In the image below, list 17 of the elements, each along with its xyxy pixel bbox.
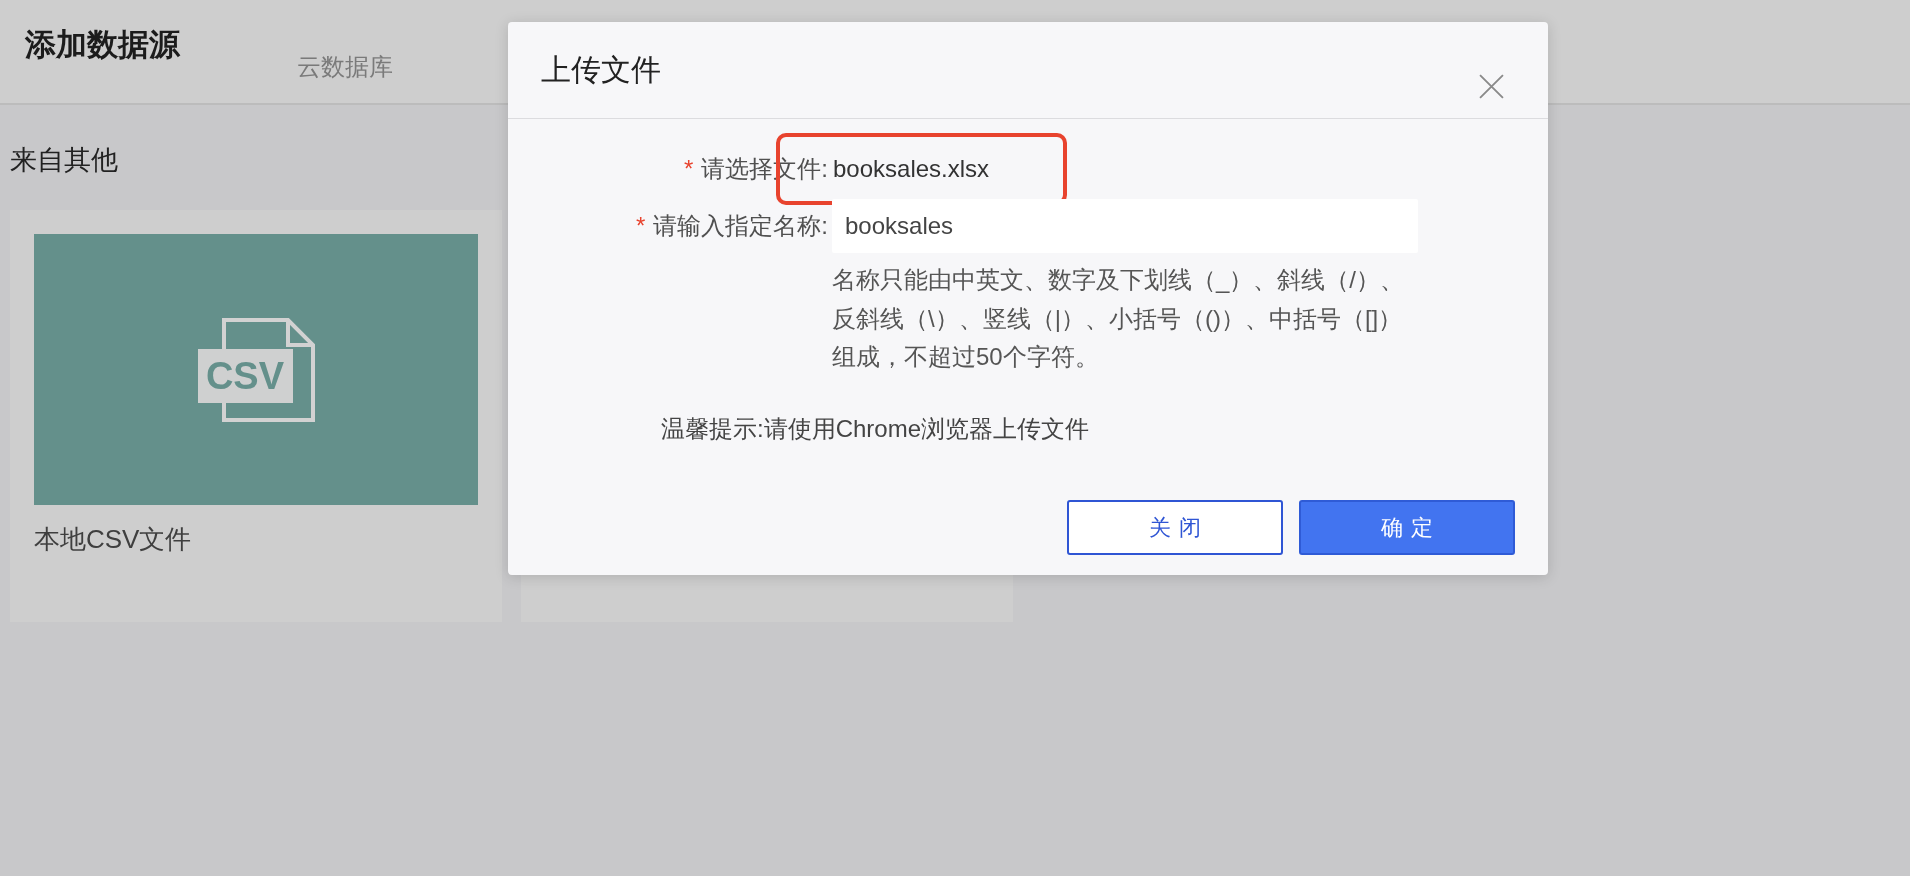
required-asterisk: * [684,154,694,184]
confirm-button[interactable]: 确定 [1299,500,1515,555]
csv-tag: CSV [197,348,293,403]
close-dialog-button[interactable]: 关闭 [1067,500,1283,555]
file-name: booksales.xlsx [833,155,990,182]
close-button[interactable] [1479,74,1504,99]
section-title: 来自其他 [10,144,118,177]
name-input[interactable]: booksales [832,199,1418,253]
browser-tip: 温馨提示:请使用Chrome浏览器上传文件 [661,413,1090,444]
card-label: 本地CSV文件 [34,523,192,556]
page-title: 添加数据源 [25,26,180,64]
source-card[interactable]: CSV 本地CSV文件 [10,210,502,622]
required-asterisk: * [636,211,646,241]
close-icon [1479,74,1504,99]
name-rules-hint: 名称只能由中英文、数字及下划线（_）、斜线（/）、反斜线（\）、竖线（|）、小括号（()）、中括号（[]）组成，不超过50个字符。 [832,265,1405,372]
dialog-title: 上传文件 [541,52,661,88]
field-label: 请输入指定名称: [653,211,828,241]
